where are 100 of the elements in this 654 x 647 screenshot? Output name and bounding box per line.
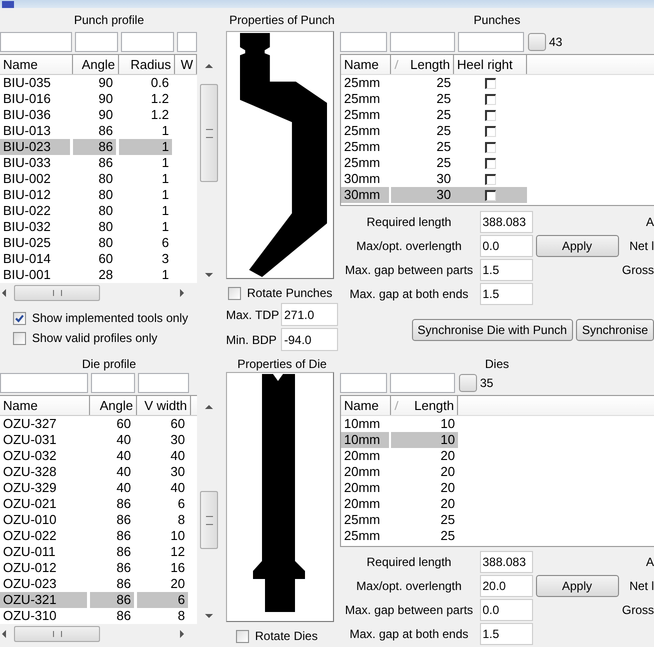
checkbox-label[interactable]: Rotate Dies: [255, 629, 318, 643]
column-header[interactable]: Name: [341, 55, 391, 74]
filter-field[interactable]: [340, 373, 387, 393]
input-field[interactable]: 388.083: [480, 551, 532, 573]
column-header[interactable]: Radius: [119, 55, 175, 74]
column-header[interactable]: W: [175, 55, 197, 74]
table-row[interactable]: OZU-010 86 8: [0, 512, 197, 528]
table-row[interactable]: 30mm 30: [341, 171, 527, 187]
table-row[interactable]: BIU-013 86 1: [0, 123, 197, 139]
table-row[interactable]: 25mm 25: [341, 75, 527, 91]
table-row[interactable]: OZU-021 86 6: [0, 496, 197, 512]
table-row[interactable]: 30mm 30: [341, 187, 527, 203]
column-header[interactable]: Heel right: [454, 55, 527, 74]
table-row[interactable]: BIU-012 80 1: [0, 187, 197, 203]
filter-field[interactable]: [121, 32, 174, 52]
checkbox[interactable]: [485, 78, 496, 88]
table-row[interactable]: 25mm 25: [341, 91, 527, 107]
column-header[interactable]: Length: [391, 396, 458, 415]
input-field[interactable]: 1.5: [480, 283, 532, 305]
checkbox[interactable]: [485, 94, 496, 104]
column-header[interactable]: Angle: [73, 55, 119, 74]
table-row[interactable]: OZU-310 86 8: [0, 608, 197, 624]
table-row[interactable]: 25mm 25: [341, 139, 527, 155]
filter-button[interactable]: [528, 33, 546, 51]
checkbox[interactable]: [485, 174, 496, 184]
column-header[interactable]: Angle: [90, 396, 137, 415]
filter-field[interactable]: [340, 32, 387, 52]
table-row[interactable]: OZU-012 86 16: [0, 560, 197, 576]
filter-field[interactable]: [0, 373, 88, 393]
table-row[interactable]: BIU-014 60 3: [0, 251, 197, 267]
table-row[interactable]: OZU-011 86 12: [0, 544, 197, 560]
checkbox-label[interactable]: Rotate Punches: [247, 286, 332, 300]
table-row[interactable]: BIU-002 80 1: [0, 171, 197, 187]
table-cell-text: 80: [98, 235, 114, 251]
filter-field[interactable]: [177, 32, 197, 52]
table-row[interactable]: OZU-032 40 40: [0, 448, 197, 464]
checkbox[interactable]: [485, 190, 496, 200]
table-row[interactable]: OZU-022 86 10: [0, 528, 197, 544]
checkbox[interactable]: [485, 158, 496, 168]
input-field[interactable]: 271.0: [281, 303, 338, 326]
table-row[interactable]: OZU-023 86 20: [0, 576, 197, 592]
apply-button[interactable]: Apply: [536, 235, 618, 257]
column-header[interactable]: Name: [341, 396, 391, 415]
table-row[interactable]: OZU-321 86 6: [0, 592, 197, 608]
checkbox[interactable]: [485, 126, 496, 136]
filter-field[interactable]: [390, 373, 455, 393]
filter-field[interactable]: [75, 32, 118, 52]
apply-button[interactable]: Apply: [536, 575, 618, 597]
checkbox[interactable]: [13, 312, 26, 324]
input-field[interactable]: 0.0: [480, 599, 532, 621]
column-header[interactable]: V width: [137, 396, 191, 415]
checkbox-label[interactable]: Show implemented tools only: [32, 311, 188, 325]
input-field[interactable]: 1.5: [480, 623, 532, 645]
table-row[interactable]: BIU-001 28 1: [0, 267, 197, 283]
table-row[interactable]: 20mm 20: [341, 448, 458, 464]
table-row[interactable]: 25mm 25: [341, 512, 458, 528]
column-header[interactable]: Name: [0, 55, 73, 74]
checkbox[interactable]: [228, 286, 241, 300]
table-row[interactable]: 10mm 10: [341, 416, 458, 432]
table-row[interactable]: 25mm 25: [341, 528, 458, 544]
table-row[interactable]: OZU-328 40 30: [0, 464, 197, 480]
table-row[interactable]: BIU-023 86 1: [0, 139, 197, 155]
checkbox[interactable]: [13, 332, 26, 344]
table-row[interactable]: 25mm 25: [341, 107, 527, 123]
filter-field[interactable]: [0, 32, 72, 52]
table-row[interactable]: BIU-035 90 0.6: [0, 75, 197, 91]
table-row[interactable]: BIU-036 90 1.2: [0, 107, 197, 123]
filter-button[interactable]: [459, 374, 477, 392]
table-row[interactable]: 10mm 10: [341, 432, 458, 448]
filter-field[interactable]: [138, 373, 189, 393]
input-field[interactable]: -94.0: [281, 328, 338, 351]
table-row[interactable]: 20mm 20: [341, 480, 458, 496]
checkbox-label[interactable]: Show valid profiles only: [32, 331, 158, 345]
input-field[interactable]: 388.083: [480, 211, 532, 233]
table-cell-text: 20: [440, 496, 456, 512]
table-row[interactable]: BIU-033 86 1: [0, 155, 197, 171]
table-row[interactable]: OZU-031 40 30: [0, 432, 197, 448]
table-row[interactable]: BIU-022 80 1: [0, 203, 197, 219]
column-header[interactable]: Length: [391, 55, 454, 74]
input-field[interactable]: 20.0: [480, 575, 532, 597]
table-row[interactable]: 25mm 25: [341, 155, 527, 171]
table-row[interactable]: OZU-329 40 40: [0, 480, 197, 496]
checkbox[interactable]: [485, 142, 496, 152]
filter-field[interactable]: [390, 32, 455, 52]
table-row[interactable]: 20mm 20: [341, 464, 458, 480]
synchronise-button[interactable]: Synchronise: [576, 319, 654, 341]
table-row[interactable]: BIU-032 80 1: [0, 219, 197, 235]
table-row[interactable]: 20mm 20: [341, 496, 458, 512]
checkbox[interactable]: [236, 630, 249, 642]
filter-field[interactable]: [458, 32, 524, 52]
filter-field[interactable]: [91, 373, 135, 393]
input-field[interactable]: 1.5: [480, 259, 532, 281]
input-field[interactable]: 0.0: [480, 235, 532, 257]
checkbox[interactable]: [485, 110, 496, 120]
synchronise-button[interactable]: Synchronise Die with Punch: [412, 319, 573, 341]
column-header[interactable]: Name: [0, 396, 90, 415]
table-row[interactable]: 25mm 25: [341, 123, 527, 139]
table-row[interactable]: BIU-016 90 1.2: [0, 91, 197, 107]
table-row[interactable]: OZU-327 60 60: [0, 416, 197, 432]
table-row[interactable]: BIU-025 80 6: [0, 235, 197, 251]
